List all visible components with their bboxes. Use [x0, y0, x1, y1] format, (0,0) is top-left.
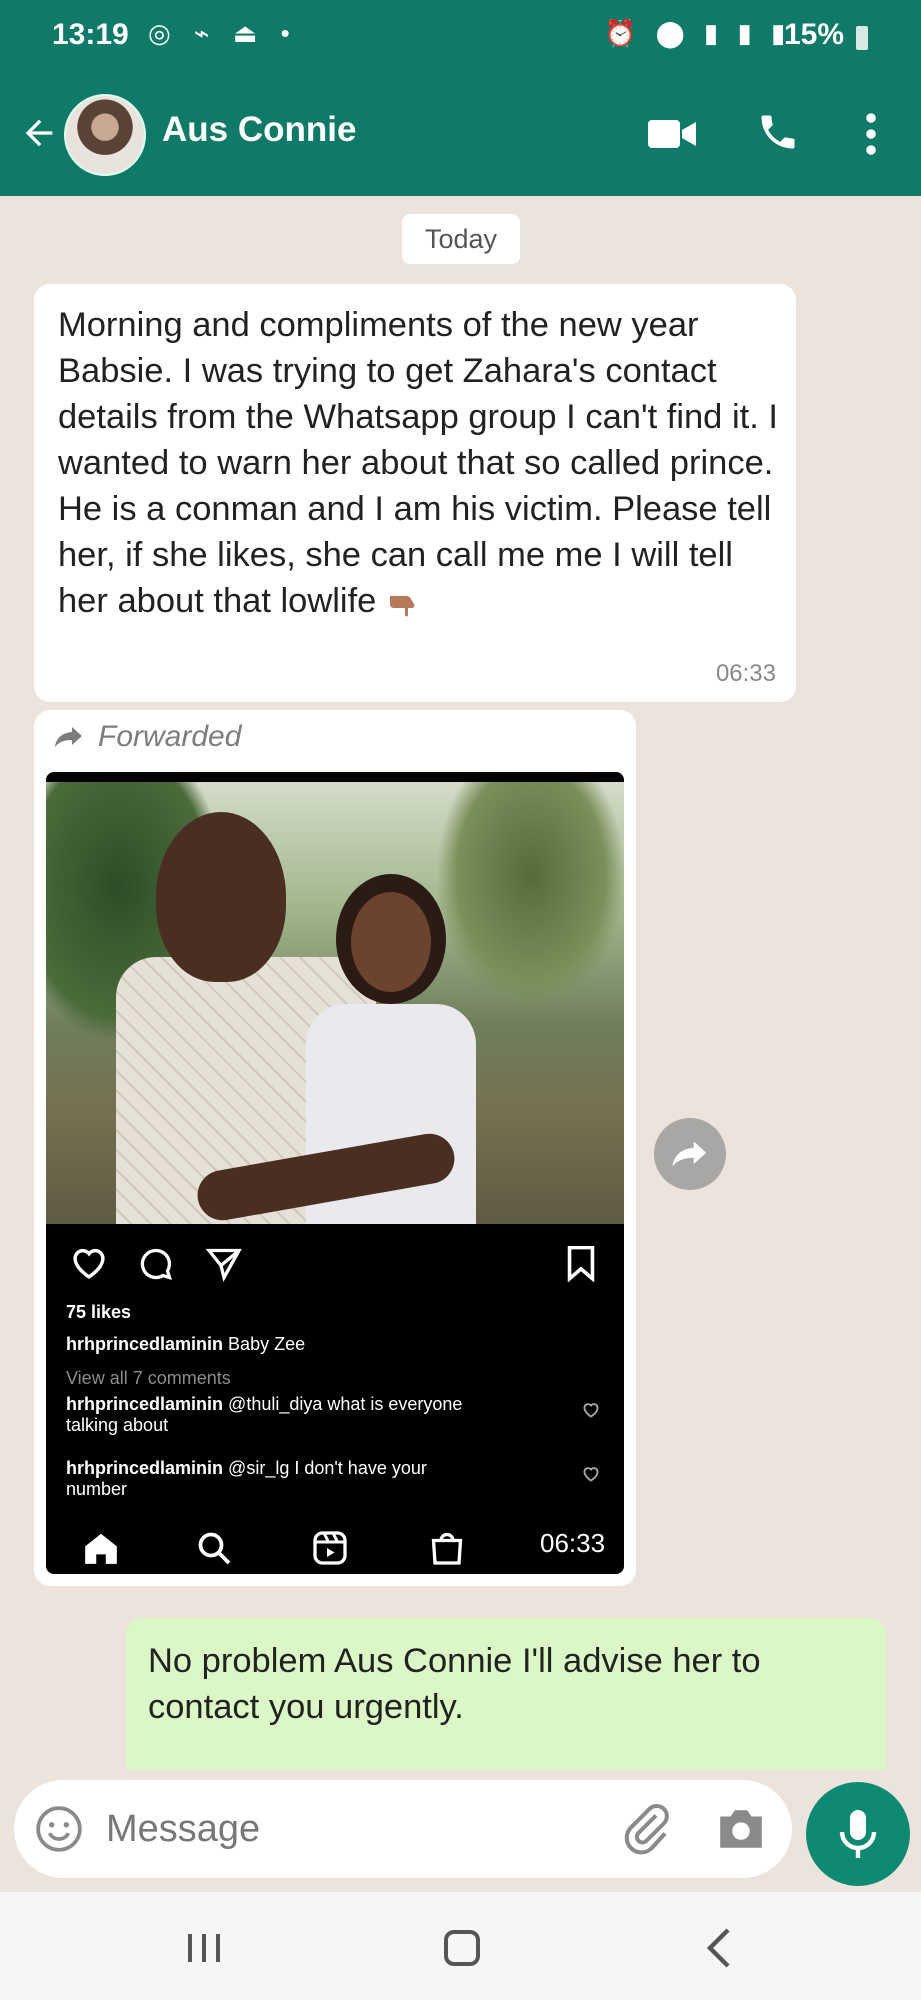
emoji-button[interactable]	[34, 1804, 84, 1854]
video-call-button[interactable]	[646, 114, 698, 154]
forwarded-label: Forwarded	[54, 720, 241, 754]
camera-icon	[720, 1810, 762, 1848]
arrow-left-icon	[25, 119, 53, 147]
message-text: Morning and compliments of the new year …	[58, 306, 778, 620]
system-nav-bar	[0, 1892, 921, 2000]
post-actions	[46, 1240, 624, 1290]
microphone-icon	[839, 1810, 877, 1858]
voice-record-button[interactable]	[806, 1782, 910, 1886]
status-time: 13:19	[52, 18, 129, 51]
message-time: 06:33	[715, 660, 776, 687]
forward-share-button[interactable]	[654, 1118, 726, 1190]
voice-call-button[interactable]	[756, 110, 800, 154]
bookmark-icon	[567, 1246, 595, 1282]
media-timestamp: 06:33	[540, 1528, 606, 1558]
likes-count: 75 likes	[66, 1302, 132, 1322]
video-camera-icon	[648, 120, 696, 148]
comment-icon	[140, 1248, 172, 1280]
post-photo	[46, 782, 624, 1224]
instagram-bottom-nav	[46, 1524, 624, 1574]
outgoing-message[interactable]: No problem Aus Connie I'll advise her to…	[126, 1618, 886, 1778]
reels-icon	[313, 1531, 347, 1565]
comment-like-icon	[583, 1467, 599, 1482]
contact-name[interactable]: Aus Connie	[162, 110, 356, 150]
notification-icons: ◎ ⌁ ⏏ •	[148, 18, 298, 48]
message-composer	[14, 1780, 792, 1878]
forward-arrow-icon	[55, 727, 82, 747]
incoming-message[interactable]: Morning and compliments of the new year …	[34, 284, 796, 702]
instagram-screenshot[interactable]: 75 likes hrhprincedlaminin Baby Zee View…	[46, 772, 624, 1574]
status-bar: 13:19 ◎ ⌁ ⏏ • ⏰ ⬤ ▮ ▮ ▮ 15%	[0, 0, 921, 78]
message-input[interactable]	[106, 1804, 606, 1854]
chat-thread[interactable]: Today Morning and compliments of the new…	[0, 196, 921, 1790]
shop-icon	[431, 1532, 463, 1565]
home-icon	[85, 1533, 117, 1564]
contact-avatar[interactable]	[64, 94, 146, 176]
app-header: 13:19 ◎ ⌁ ⏏ • ⏰ ⬤ ▮ ▮ ▮ 15% Aus Connie	[0, 0, 921, 196]
message-text: No problem Aus Connie I'll advise her to…	[148, 1642, 761, 1726]
chat-app-bar: Aus Connie	[0, 90, 921, 180]
chevron-left-icon	[706, 1928, 730, 1968]
composer-bar	[0, 1770, 921, 1886]
share-send-icon	[206, 1248, 242, 1282]
phone-icon	[761, 115, 795, 149]
home-square-icon	[444, 1930, 480, 1966]
paperclip-icon	[624, 1803, 669, 1855]
view-comments-link: View all 7 comments	[66, 1368, 231, 1388]
attach-button[interactable]	[620, 1802, 674, 1856]
battery-icon	[856, 26, 868, 50]
home-button[interactable]	[440, 1926, 484, 1970]
forward-icon	[672, 1141, 707, 1167]
heart-icon	[73, 1248, 105, 1279]
pointing-down-hand-emoji-icon	[389, 595, 415, 617]
search-icon	[198, 1532, 231, 1565]
system-back-button[interactable]	[700, 1924, 740, 1972]
post-caption: hrhprincedlaminin Baby Zee	[66, 1334, 306, 1354]
comment-2: hrhprincedlaminin @sir_lg I don't have y…	[66, 1458, 427, 1499]
recent-apps-icon	[188, 1934, 220, 1962]
system-icons: ⏰ ⬤ ▮ ▮ ▮	[604, 18, 792, 48]
smiley-icon	[36, 1806, 82, 1852]
comment-1: hrhprincedlaminin @thuli_diya what is ev…	[66, 1394, 463, 1435]
back-button[interactable]	[14, 108, 64, 158]
battery-level: 15%	[784, 18, 845, 51]
date-divider: Today	[402, 214, 520, 264]
recent-apps-button[interactable]	[182, 1928, 226, 1968]
camera-button[interactable]	[714, 1804, 768, 1854]
forwarded-image-message[interactable]: Forwarded 75 likes hrhprincedlaminin Bab…	[34, 710, 636, 1586]
more-options-button[interactable]	[856, 110, 886, 158]
more-vertical-icon	[866, 113, 876, 155]
comment-like-icon	[583, 1403, 599, 1418]
